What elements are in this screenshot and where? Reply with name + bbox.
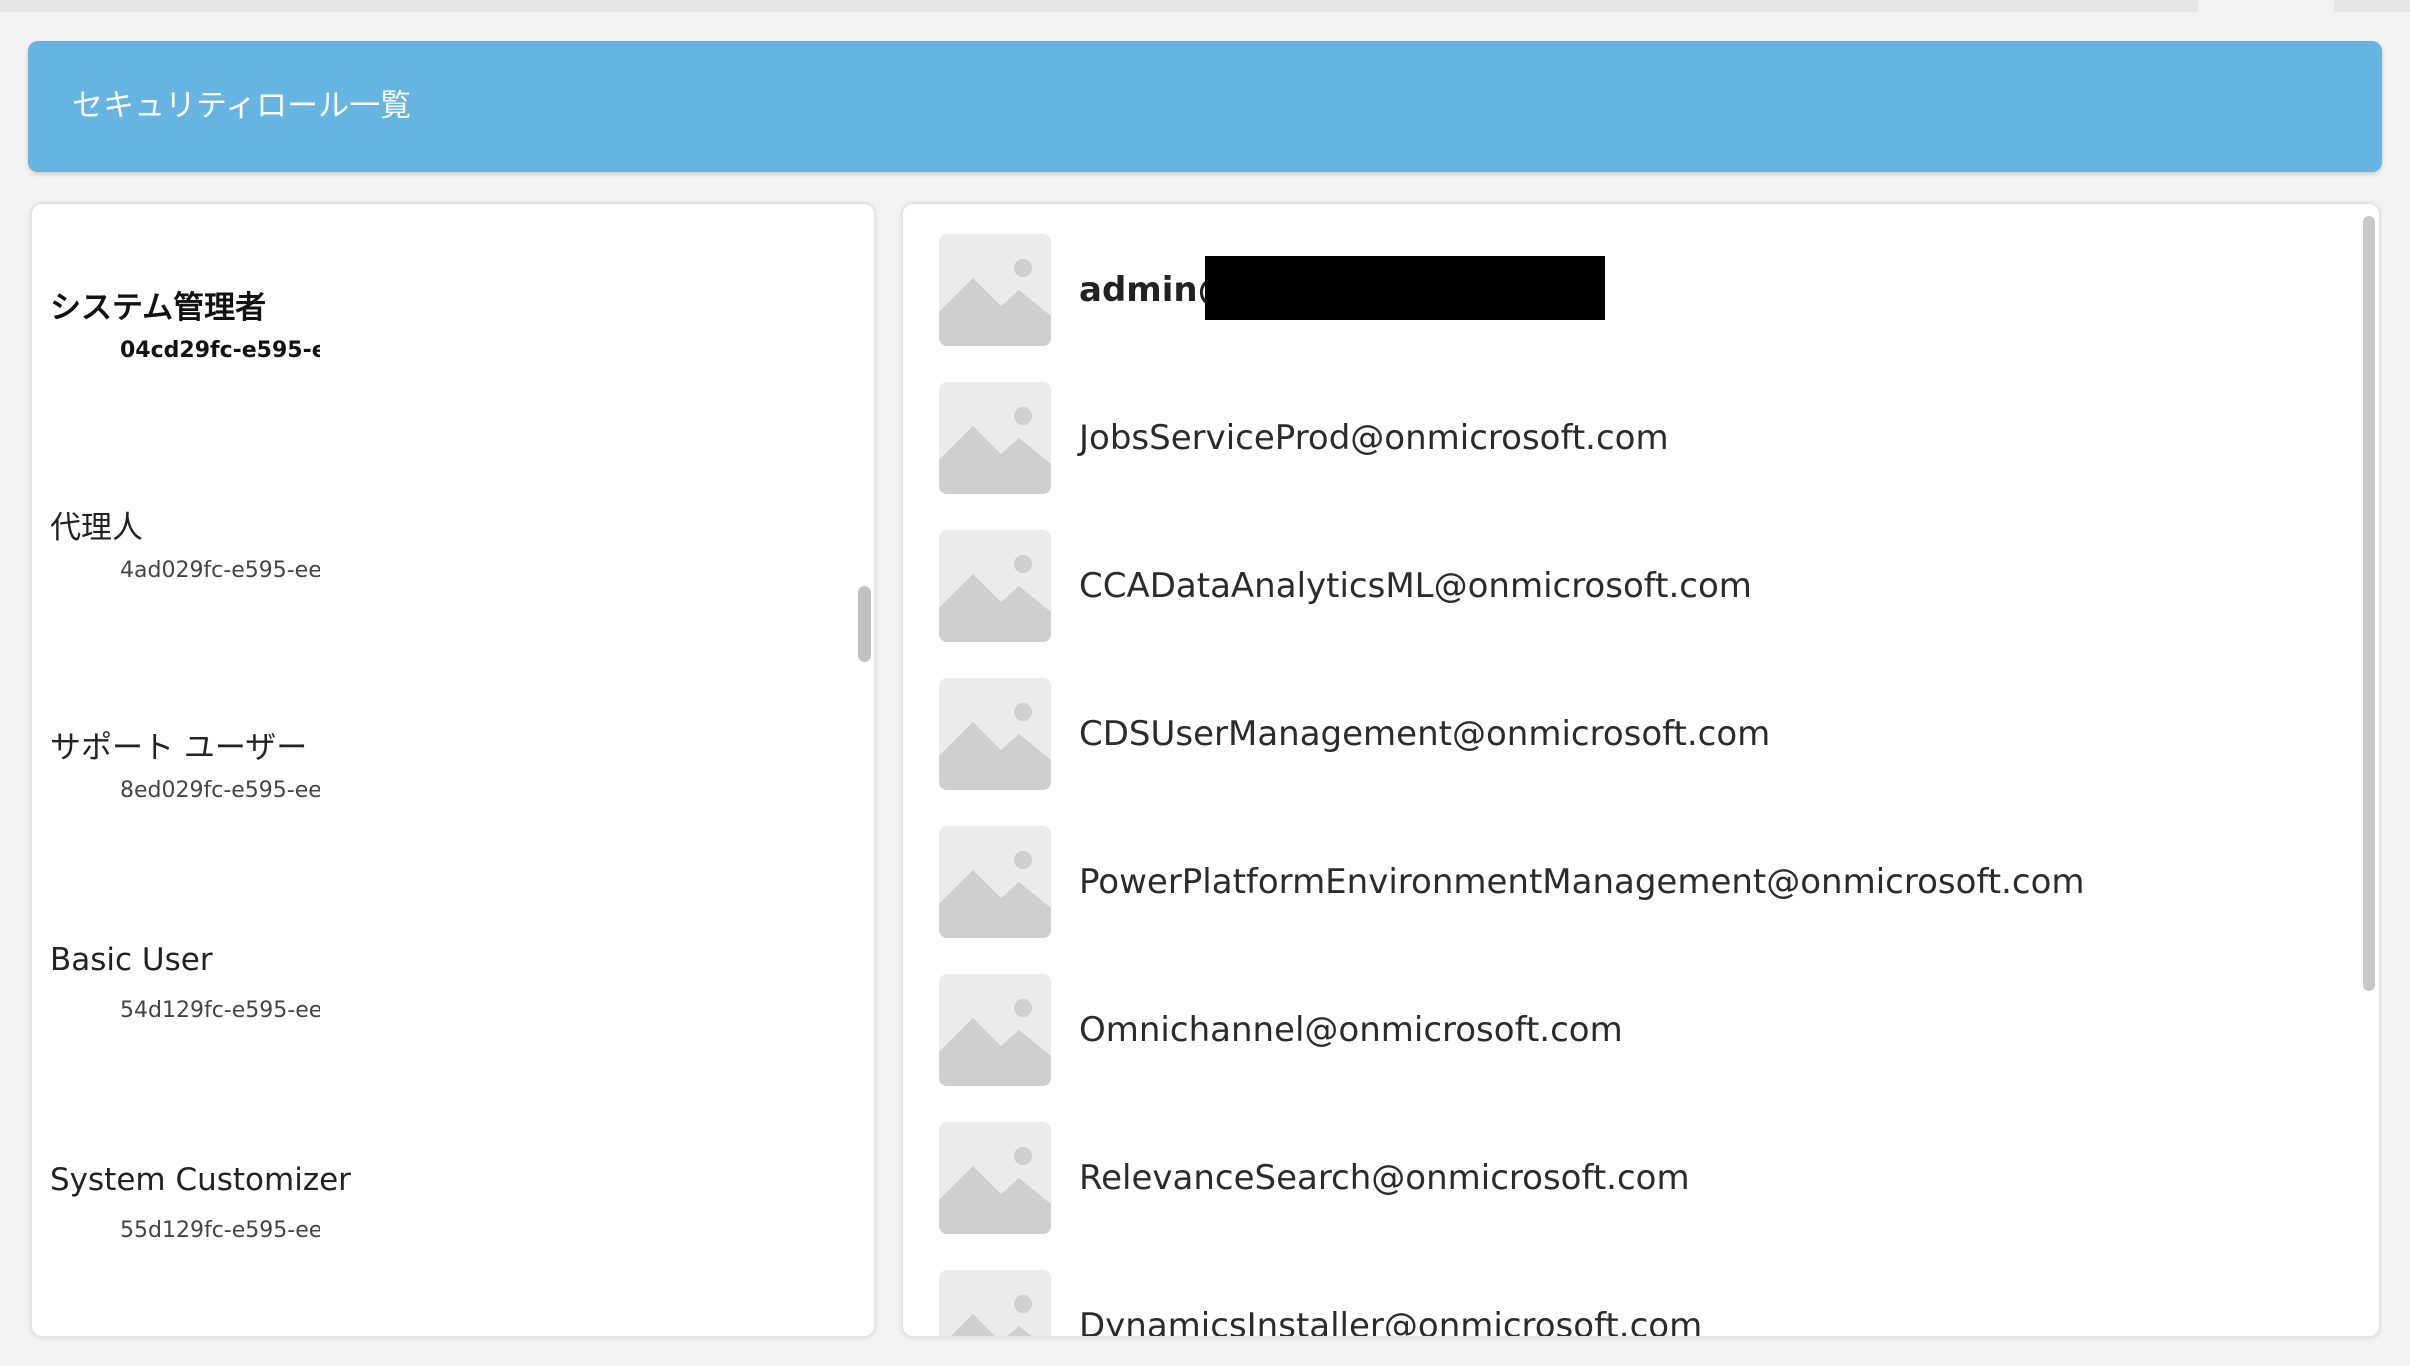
image-placeholder-icon <box>939 826 1051 938</box>
role-name: サポート ユーザー <box>50 730 308 766</box>
user-email: JobsServiceProd@onmicrosoft.com <box>1079 418 1669 458</box>
role-list-scrollbar[interactable] <box>858 586 871 662</box>
image-placeholder-icon <box>939 530 1051 642</box>
role-id: 04cd29fc-e595-ee <box>120 338 320 363</box>
user-email: CCADataAnalyticsML@onmicrosoft.com <box>1079 566 1752 606</box>
role-item[interactable]: Basic User 54d129fc-e595-ee <box>50 942 320 1023</box>
user-email: PowerPlatformEnvironmentManagement@onmic… <box>1079 862 2085 902</box>
image-placeholder-icon <box>939 382 1051 494</box>
user-list-item[interactable]: PowerPlatformEnvironmentManagement@onmic… <box>903 826 2343 938</box>
user-list-scrollbar[interactable] <box>2363 216 2375 991</box>
role-name: システム管理者 <box>50 290 267 326</box>
user-list-panel: admin@ JobsServiceProd@onmicrosoft.com C… <box>901 202 2381 1338</box>
page-title: セキュリティロール一覧 <box>72 88 412 124</box>
user-list-item[interactable]: Omnichannel@onmicrosoft.com <box>903 974 2343 1086</box>
image-placeholder-icon <box>939 1122 1051 1234</box>
user-list-item[interactable]: JobsServiceProd@onmicrosoft.com <box>903 382 2343 494</box>
user-email: DynamicsInstaller@onmicrosoft.com <box>1079 1306 1703 1338</box>
image-placeholder-icon <box>939 234 1051 346</box>
role-id: 55d129fc-e595-ee <box>120 1218 320 1243</box>
role-item[interactable]: 代理人 4ad029fc-e595-ee <box>50 502 320 583</box>
role-id: 4ad029fc-e595-ee <box>120 558 320 583</box>
role-name: System Customizer <box>50 1162 351 1198</box>
user-list-item[interactable]: CDSUserManagement@onmicrosoft.com <box>903 678 2343 790</box>
role-item[interactable]: System Customizer 55d129fc-e595-ee <box>50 1162 351 1243</box>
image-placeholder-icon <box>939 678 1051 790</box>
top-bar-gap <box>2198 0 2334 12</box>
role-name: 代理人 <box>50 510 143 546</box>
user-list-item[interactable]: CCADataAnalyticsML@onmicrosoft.com <box>903 530 2343 642</box>
role-id: 8ed029fc-e595-ee <box>120 778 320 803</box>
user-list-item[interactable]: DynamicsInstaller@onmicrosoft.com <box>903 1270 2343 1338</box>
role-name: Basic User <box>50 942 213 978</box>
image-placeholder-icon <box>939 1270 1051 1336</box>
user-list-item[interactable]: RelevanceSearch@onmicrosoft.com <box>903 1122 2343 1234</box>
user-email: CDSUserManagement@onmicrosoft.com <box>1079 714 1771 754</box>
user-email: Omnichannel@onmicrosoft.com <box>1079 1010 1623 1050</box>
user-list-item[interactable]: admin@ <box>903 234 2343 346</box>
redaction-block <box>1205 256 1605 320</box>
page-header: セキュリティロール一覧 <box>28 41 2382 172</box>
role-item[interactable]: サポート ユーザー 8ed029fc-e595-ee <box>50 722 320 803</box>
image-placeholder-icon <box>939 974 1051 1086</box>
top-bar <box>0 0 2410 12</box>
role-id: 54d129fc-e595-ee <box>120 998 320 1023</box>
role-list-panel: システム管理者 04cd29fc-e595-ee 代理人 4ad029fc-e5… <box>30 202 876 1338</box>
user-email: RelevanceSearch@onmicrosoft.com <box>1079 1158 1690 1198</box>
role-item[interactable]: システム管理者 04cd29fc-e595-ee <box>50 282 320 363</box>
